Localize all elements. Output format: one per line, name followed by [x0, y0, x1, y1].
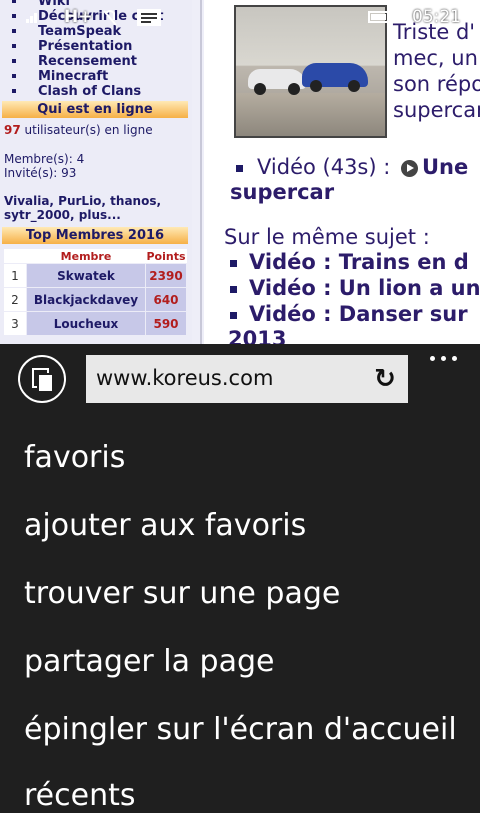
menu-link-clash-of-clans[interactable]: Clash of Clans [2, 84, 164, 99]
member-rank: 2 [3, 287, 27, 312]
network-type: H+ [64, 7, 93, 27]
online-header: Qui est en ligne [2, 101, 188, 118]
member-name[interactable]: Blackjackdavey [26, 287, 146, 312]
bullet-icon [236, 164, 243, 172]
menu-pin-to-start[interactable]: épingler sur l'écran d'accueil [24, 712, 457, 747]
clock: 05:21 [412, 7, 461, 27]
related-title: Sur le même sujet : [224, 225, 430, 249]
video-link-line[interactable]: Vidéo (43s) : Une [236, 155, 468, 179]
article-text-line: mec, un [393, 46, 478, 70]
menu-link-presentation[interactable]: Présentation [2, 39, 164, 54]
table-header-rank [3, 249, 27, 264]
related-link[interactable]: Vidéo : Danser sur [230, 302, 468, 326]
related-link[interactable]: Vidéo : Trains en d [230, 250, 469, 274]
dot [430, 356, 435, 361]
thumbnail-ground [236, 93, 385, 136]
battery-tip [394, 14, 397, 20]
online-count: 97 [4, 123, 21, 137]
more-options-button[interactable] [428, 348, 460, 368]
battery-icon [368, 11, 394, 23]
bullet-icon [230, 285, 237, 293]
bullet-icon [230, 259, 237, 267]
menu-link-minecraft[interactable]: Minecraft [2, 69, 164, 84]
address-bar[interactable]: www.koreus.com ↻ [86, 355, 408, 403]
dot [452, 356, 457, 361]
play-icon [401, 159, 418, 177]
tabs-icon-front [37, 373, 54, 393]
online-users-more[interactable]: sytr_2000, plus... [4, 208, 121, 222]
dot [441, 356, 446, 361]
table-header-member: Membre [26, 249, 146, 264]
top-members-table: Membre Points 1 Skwatek 2390 2 Blackjack… [3, 249, 187, 336]
article-text-line: supercar [393, 98, 480, 122]
left-sidebar: Wiki Découvrir le chat TeamSpeak Présent… [0, 0, 192, 344]
thumbnail-wheel [254, 83, 266, 95]
table-header-points: Points [145, 249, 187, 264]
column-divider [200, 0, 202, 344]
member-name[interactable]: Loucheux [26, 311, 146, 336]
video-label: Vidéo (43s) : [257, 155, 391, 179]
thumbnail-wheel [310, 80, 322, 92]
related-link-year[interactable]: 2013 [228, 327, 286, 344]
url-text[interactable]: www.koreus.com [96, 366, 273, 390]
table-row: 1 Skwatek 2390 [3, 263, 187, 288]
member-name[interactable]: Skwatek [26, 263, 146, 288]
member-points: 590 [145, 311, 187, 336]
thumbnail-wheel [348, 80, 360, 92]
refresh-icon[interactable]: ↻ [370, 364, 400, 394]
thumbnail-wheel [288, 83, 300, 95]
video-title-continued[interactable]: supercar [230, 180, 334, 204]
menu-find-on-page[interactable]: trouver sur une page [24, 576, 340, 611]
table-row: 3 Loucheux 590 [3, 311, 187, 336]
web-page-view[interactable]: Wiki Découvrir le chat TeamSpeak Présent… [0, 0, 480, 344]
member-rank: 3 [3, 311, 27, 336]
online-users[interactable]: Vivalia, PurLio, thanos, [4, 194, 161, 208]
online-count-line: 97 utilisateur(s) en ligne [4, 123, 153, 137]
menu-add-favorite[interactable]: ajouter aux favoris [24, 508, 306, 543]
bullet-icon [230, 311, 237, 319]
table-header-row: Membre Points [3, 249, 187, 264]
vibrate-icon [103, 10, 117, 26]
top-members-header: Top Membres 2016 [2, 227, 188, 244]
guests-count: Invité(s): 93 [4, 166, 77, 180]
status-bar: H+ 05:21 [0, 0, 480, 34]
member-points: 640 [145, 287, 187, 312]
signal-icon [26, 13, 37, 23]
menu-recent[interactable]: récents [24, 778, 136, 813]
related-link[interactable]: Vidéo : Un lion a un [230, 276, 480, 300]
article-text-line: son répo [393, 72, 480, 96]
menu-share-page[interactable]: partager la page [24, 644, 274, 679]
video-title[interactable]: Une [422, 155, 468, 179]
members-count: Membre(s): 4 [4, 152, 85, 166]
table-row: 2 Blackjackdavey 640 [3, 287, 187, 312]
member-points: 2390 [145, 263, 187, 288]
menu-favorites[interactable]: favoris [24, 440, 125, 475]
message-icon [137, 9, 161, 26]
member-rank: 1 [3, 263, 27, 288]
menu-link-recensement[interactable]: Recensement [2, 54, 164, 69]
online-count-label: utilisateur(s) en ligne [24, 123, 153, 137]
tabs-button[interactable] [18, 355, 66, 403]
